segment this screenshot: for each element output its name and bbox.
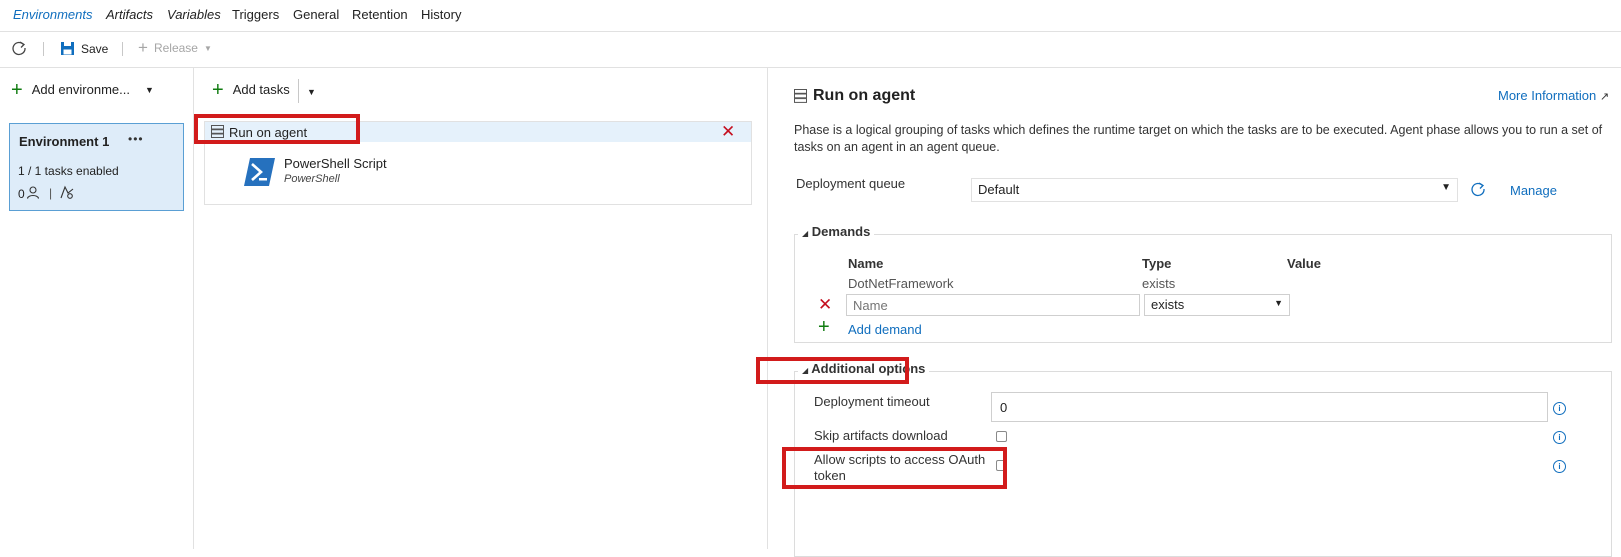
phase-label: Run on agent — [229, 125, 308, 140]
deployment-timeout-value: 0 — [1000, 400, 1008, 415]
add-tasks-label: Add tasks — [232, 82, 290, 97]
demands-label: Demands — [811, 224, 871, 239]
toolbar: Save + Release ▼ — [0, 32, 1621, 68]
tab-general[interactable]: General — [293, 7, 339, 22]
demand-type-value: exists — [1151, 297, 1185, 312]
info-icon[interactable]: i — [1553, 402, 1566, 415]
refresh-queue-icon[interactable] — [1470, 181, 1486, 200]
environments-panel: + Add environme... ▼ Environment 1 ••• 1… — [0, 68, 194, 549]
server-icon — [794, 89, 807, 106]
collapse-icon: ◢ — [802, 366, 809, 375]
tasks-panel: + Add tasks ▼ Run on agent ✕ PowerShell … — [194, 68, 768, 549]
external-link-icon: ↗ — [1599, 91, 1610, 103]
plus-icon: + — [11, 78, 23, 101]
add-tasks-dropdown-icon[interactable]: ▼ — [307, 87, 316, 97]
tab-history[interactable]: History — [421, 7, 461, 22]
info-icon[interactable]: i — [1553, 460, 1566, 473]
col-value: Value — [1287, 256, 1321, 271]
dropdown-arrow-icon: ▼ — [1441, 182, 1451, 193]
release-label: Release — [153, 41, 198, 55]
phase-description: Phase is a logical grouping of tasks whi… — [794, 123, 1603, 154]
task-name: PowerShell Script — [284, 156, 387, 171]
more-information-link[interactable]: More Information ↗ — [1498, 88, 1609, 103]
person-icon — [26, 186, 40, 202]
save-icon — [61, 42, 74, 55]
add-demand-link[interactable]: Add demand — [848, 322, 922, 337]
manage-link[interactable]: Manage — [1510, 183, 1557, 198]
oauth-label: Allow scripts to access OAuth token — [814, 452, 985, 484]
demand-type: exists — [1142, 276, 1176, 291]
tab-retention[interactable]: Retention — [352, 7, 408, 22]
dropdown-arrow-icon: ▼ — [1274, 298, 1283, 308]
phase-container: Run on agent ✕ PowerShell Script PowerSh… — [204, 121, 752, 205]
col-name: Name — [848, 256, 884, 271]
release-button[interactable]: + Release ▼ — [138, 38, 212, 57]
task-subtitle: PowerShell — [284, 173, 340, 185]
skip-artifacts-label: Skip artifacts download — [814, 428, 948, 443]
additional-options-label: Additional options — [811, 361, 926, 376]
oauth-label-line2: token — [814, 468, 846, 483]
deployment-conditions-icon[interactable] — [60, 185, 74, 202]
tab-artifacts[interactable]: Artifacts — [106, 7, 153, 22]
col-type: Type — [1142, 256, 1172, 271]
oauth-token-checkbox[interactable] — [996, 460, 1007, 471]
plus-icon: + — [818, 316, 830, 338]
save-label: Save — [81, 41, 109, 56]
demand-name: DotNetFramework — [848, 276, 954, 291]
refresh-icon[interactable] — [11, 40, 27, 56]
demand-type-select[interactable]: exists ▼ — [1144, 294, 1290, 316]
add-tasks-button[interactable]: + Add tasks — [212, 78, 290, 101]
oauth-label-line1: Allow scripts to access OAuth — [814, 452, 986, 467]
remove-demand-icon[interactable]: ✕ — [818, 296, 832, 314]
task-powershell[interactable]: PowerShell Script PowerShell — [243, 156, 543, 188]
plus-icon: + — [212, 78, 224, 101]
deployment-queue-select[interactable]: Default ▼ — [971, 178, 1458, 202]
remove-phase-icon[interactable]: ✕ — [721, 122, 735, 142]
deployment-queue-label: Deployment queue — [796, 176, 906, 191]
demand-name-input[interactable] — [846, 294, 1140, 316]
add-environment-button[interactable]: + Add environme... ▼ — [11, 78, 154, 101]
tab-environments[interactable]: Environments — [13, 7, 92, 22]
demands-legend[interactable]: ◢ Demands — [798, 224, 875, 239]
caret-down-icon: ▼ — [144, 84, 154, 95]
info-icon[interactable]: i — [1553, 431, 1566, 444]
skip-artifacts-checkbox[interactable] — [996, 431, 1007, 442]
powershell-icon — [244, 158, 275, 189]
chevron-down-icon: ▼ — [203, 43, 212, 53]
deployment-timeout-label: Deployment timeout — [814, 394, 930, 409]
separator: | — [49, 186, 53, 200]
tab-bar: Environments Artifacts Variables Trigger… — [0, 0, 1621, 32]
phase-run-on-agent[interactable]: Run on agent ✕ — [205, 122, 751, 142]
more-information-label: More Information — [1498, 88, 1597, 103]
tab-variables[interactable]: Variables — [167, 7, 221, 22]
deployment-timeout-input[interactable]: 0 — [991, 392, 1548, 422]
collapse-icon: ◢ — [802, 229, 809, 238]
plus-icon: + — [138, 38, 148, 57]
add-environment-label: Add environme... — [31, 82, 130, 97]
tasks-enabled-status: 1 / 1 tasks enabled — [18, 164, 119, 178]
server-icon — [211, 125, 224, 141]
environment-card[interactable]: Environment 1 ••• 1 / 1 tasks enabled 0 … — [9, 123, 184, 211]
save-button[interactable]: Save — [60, 41, 108, 56]
divider — [298, 79, 299, 103]
phase-settings-panel: Run on agent More Information ↗ Phase is… — [756, 68, 1621, 557]
deployment-queue-value: Default — [978, 182, 1020, 197]
panel-title: Run on agent — [813, 87, 916, 104]
tab-triggers[interactable]: Triggers — [232, 7, 279, 22]
approvers-count: 0 — [18, 187, 25, 201]
more-options-icon[interactable]: ••• — [128, 132, 144, 146]
additional-options-legend[interactable]: ◢ Additional options — [798, 361, 930, 376]
environment-name: Environment 1 — [19, 134, 110, 149]
